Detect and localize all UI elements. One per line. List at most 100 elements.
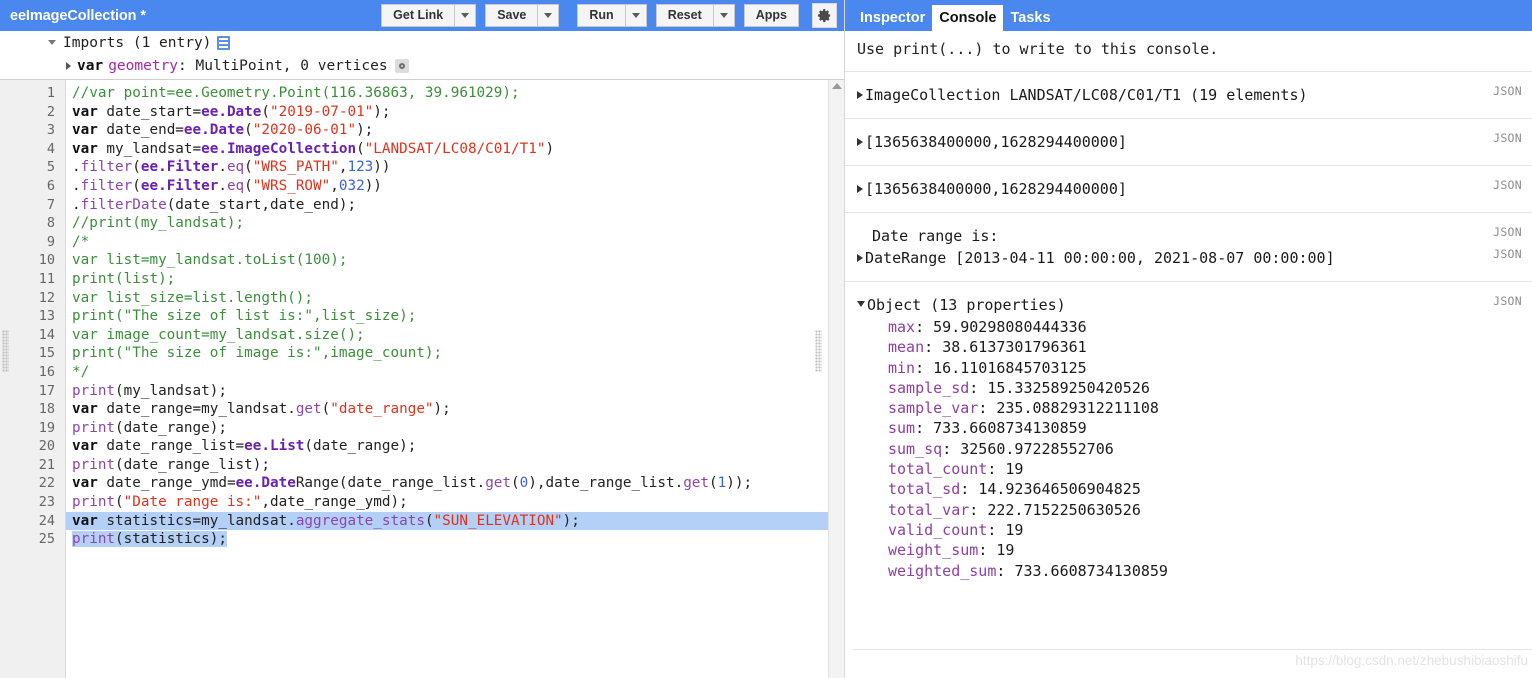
json-link[interactable]: JSON	[1493, 131, 1522, 145]
save-dropdown-button[interactable]	[537, 4, 560, 27]
triangle-right-icon[interactable]	[66, 61, 71, 70]
json-link[interactable]: JSON	[1493, 294, 1522, 308]
run-button[interactable]: Run	[577, 4, 625, 27]
json-link[interactable]: JSON	[1493, 84, 1522, 98]
run-group: Run	[577, 4, 647, 27]
imports-geometry-name: geometry	[108, 57, 179, 74]
property-value: 235.08829312211108	[996, 399, 1159, 418]
code-line[interactable]: var list=my_landsat.toList(100);	[66, 251, 844, 270]
apps-button[interactable]: Apps	[743, 4, 799, 27]
expand-triangle-icon[interactable]	[857, 185, 863, 193]
console-row-daterange[interactable]: Date range is: DateRange [2013-04-11 00:…	[845, 213, 1532, 282]
code-line[interactable]: print(date_range);	[66, 419, 844, 438]
console-row-imagecollection[interactable]: ImageCollection LANDSAT/LC08/C01/T1 (19 …	[845, 72, 1532, 119]
code-line[interactable]: .filter(ee.Filter.eq("WRS_ROW",032))	[66, 177, 844, 196]
console-row-text: [1365638400000,1628294400000]	[865, 180, 1127, 198]
code-line[interactable]: print("Date range is:",date_range_ymd);	[66, 493, 844, 512]
line-number: 11	[38, 270, 55, 287]
property-value: 16.11016845703125	[933, 358, 1087, 377]
run-dropdown-button[interactable]	[624, 4, 647, 27]
property-separator: :	[915, 318, 934, 336]
property-separator: :	[978, 541, 997, 560]
property-key: total_count	[888, 460, 988, 479]
left-panel-splitter-handle[interactable]	[2, 330, 9, 372]
code-line[interactable]: var list_size=list.length();	[66, 289, 844, 308]
expand-triangle-icon[interactable]	[857, 254, 863, 262]
imports-header-row[interactable]: Imports (1 entry)	[0, 31, 844, 54]
code-line[interactable]: */	[66, 363, 844, 382]
code-line[interactable]: var date_range_ymd=ee.DateRange(date_ran…	[66, 474, 844, 493]
line-number: 2	[46, 103, 55, 120]
tab-console[interactable]: Console	[932, 5, 1004, 31]
expand-triangle-icon[interactable]	[857, 91, 863, 99]
property-key: min	[888, 358, 916, 377]
scroll-up-arrow-icon[interactable]	[832, 83, 842, 89]
property-value: 733.6608734130859	[933, 419, 1087, 438]
get-link-group: Get Link	[381, 4, 477, 27]
gear-icon	[817, 8, 831, 23]
console-row-object[interactable]: Object (13 properties) JSON max: 59.9029…	[845, 282, 1532, 593]
console-output-area: Use print(...) to write to this console.…	[845, 31, 1532, 678]
json-link[interactable]: JSON	[1493, 225, 1522, 239]
expand-triangle-icon[interactable]	[857, 138, 863, 146]
code-line[interactable]: var date_range=my_landsat.get("date_rang…	[66, 400, 844, 419]
triangle-down-icon[interactable]	[48, 40, 56, 45]
code-content[interactable]: //var point=ee.Geometry.Point(116.36863,…	[66, 80, 844, 678]
code-line[interactable]: print("The size of image is:",image_coun…	[66, 344, 844, 363]
save-button[interactable]: Save	[485, 4, 538, 27]
line-number: 19	[38, 419, 55, 436]
code-line[interactable]: var date_range_list=ee.List(date_range);	[66, 437, 844, 456]
code-line[interactable]: var date_start=ee.Date("2019-07-01");	[66, 103, 844, 122]
json-link[interactable]: JSON	[1493, 247, 1522, 261]
line-number: 21	[38, 456, 55, 473]
console-row-date-range-millis-1[interactable]: [1365638400000,1628294400000] JSON	[845, 119, 1532, 166]
code-line[interactable]: var image_count=my_landsat.size();	[66, 326, 844, 345]
imports-geometry-row[interactable]: var geometry : MultiPoint, 0 vertices	[0, 54, 844, 77]
property-separator: :	[996, 561, 1015, 580]
tab-tasks[interactable]: Tasks	[1003, 5, 1057, 31]
settings-gear-button[interactable]	[812, 3, 837, 28]
reset-button[interactable]: Reset	[655, 4, 713, 27]
line-number: 25	[38, 531, 55, 548]
tab-inspector[interactable]: Inspector	[853, 5, 932, 31]
code-line[interactable]: //var point=ee.Geometry.Point(116.36863,…	[66, 84, 844, 103]
property-separator: :	[942, 439, 961, 458]
script-title: eeImageCollection *	[10, 7, 146, 24]
line-number: 12	[38, 289, 55, 306]
property-separator: :	[960, 480, 979, 499]
imports-list-icon[interactable]	[217, 35, 231, 50]
line-number: 24	[38, 512, 55, 529]
code-line-selected[interactable]: print(statistics);	[66, 530, 844, 549]
collapse-triangle-icon[interactable]	[857, 301, 865, 307]
console-row-label: Date range is:	[872, 227, 999, 245]
code-line[interactable]: print(date_range_list);	[66, 456, 844, 475]
code-line[interactable]: print("The size of list is:",list_size);	[66, 307, 844, 326]
code-line-active[interactable]: var statistics=my_landsat.aggregate_stat…	[66, 511, 844, 531]
console-row-date-range-millis-2[interactable]: [1365638400000,1628294400000] JSON	[845, 166, 1532, 213]
editor-console-splitter-handle[interactable]	[815, 330, 822, 372]
get-link-button[interactable]: Get Link	[381, 4, 455, 27]
watermark-text: https://blog.csdn.net/zhebushibiaoshifu	[1295, 653, 1528, 668]
code-line[interactable]: var my_landsat=ee.ImageCollection("LANDS…	[66, 140, 844, 159]
reset-dropdown-button[interactable]	[712, 4, 735, 27]
toolbar-button-group: Get Link Save Run Reset Apps	[381, 3, 844, 28]
line-number: 6	[46, 177, 55, 194]
code-line[interactable]: .filter(ee.Filter.eq("WRS_PATH",123))	[66, 158, 844, 177]
code-line[interactable]: var date_end=ee.Date("2020-06-01");	[66, 121, 844, 140]
code-line[interactable]: .filterDate(date_start,date_end);	[66, 196, 844, 215]
code-line[interactable]: //print(my_landsat);	[66, 214, 844, 233]
console-row-text: DateRange [2013-04-11 00:00:00, 2021-08-…	[865, 249, 1335, 267]
editor-vertical-scrollbar[interactable]	[828, 80, 844, 678]
imports-var-keyword: var	[77, 57, 104, 74]
json-link[interactable]: JSON	[1493, 178, 1522, 192]
property-separator: :	[915, 358, 934, 377]
code-line[interactable]: print(list);	[66, 270, 844, 289]
property-key: sample_sd	[888, 378, 970, 397]
code-line[interactable]: print(my_landsat);	[66, 382, 844, 401]
save-group: Save	[485, 4, 560, 27]
property-value: 19	[1005, 460, 1024, 479]
geometry-settings-icon[interactable]	[394, 58, 409, 73]
get-link-dropdown-button[interactable]	[454, 4, 477, 27]
console-row-text: [1365638400000,1628294400000]	[865, 133, 1127, 151]
code-line[interactable]: /*	[66, 233, 844, 252]
